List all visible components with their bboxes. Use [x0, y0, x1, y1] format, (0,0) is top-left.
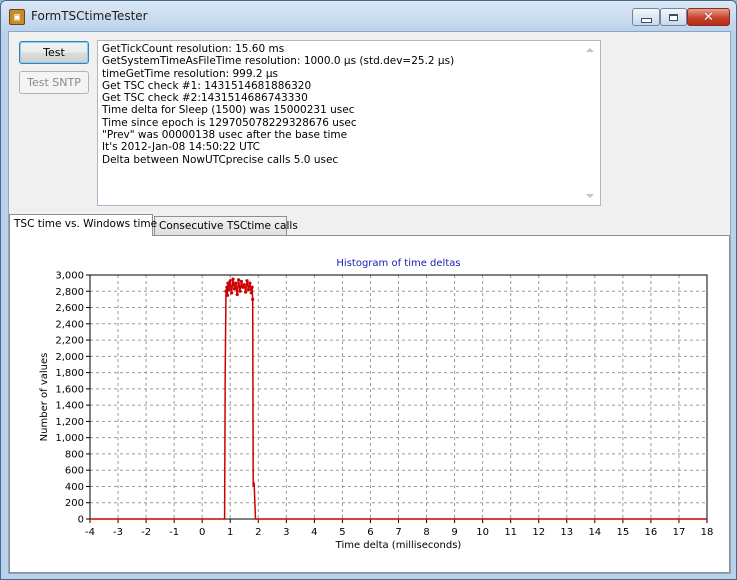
memo-line: Get TSC check #2:1431514686743330	[102, 92, 308, 105]
main-window: ▣ FormTSCtimeTester ✕ Test Test SNTP Get…	[0, 0, 737, 580]
y-tick-label: 600	[65, 466, 84, 477]
x-tick-label: 17	[673, 527, 686, 538]
histogram-point	[227, 288, 231, 292]
y-tick-label: 2,400	[55, 319, 84, 330]
x-tick-label: -4	[85, 527, 95, 538]
scroll-down-icon[interactable]	[586, 194, 594, 198]
x-tick-label: 4	[311, 527, 317, 538]
x-tick-label: 1	[227, 527, 233, 538]
tab-tsc-vs-windows[interactable]: TSC time vs. Windows time	[9, 214, 157, 236]
x-tick-label: 12	[532, 527, 545, 538]
memo-text: GetTickCount resolution: 15.60 ms GetSyst…	[102, 43, 582, 166]
histogram-point	[235, 292, 239, 297]
app-icon[interactable]: ▣	[9, 9, 25, 25]
x-tick-label: 11	[504, 527, 517, 538]
histogram-series-line	[90, 278, 707, 520]
minimize-icon	[640, 17, 652, 23]
client-area: Test Test SNTP GetTickCount resolution: …	[8, 31, 731, 574]
x-tick-label: 8	[423, 527, 429, 538]
y-axis-label: Number of values	[39, 353, 50, 442]
x-tick-label: 13	[560, 527, 573, 538]
scroll-up-icon[interactable]	[586, 48, 594, 52]
title-bar[interactable]: ▣ FormTSCtimeTester ✕	[1, 1, 736, 31]
memo-line: Time delta for Sleep (1500) was 15000231…	[102, 104, 355, 117]
y-tick-label: 3,000	[55, 271, 84, 282]
histogram-point	[230, 291, 234, 295]
memo-vertical-scrollbar[interactable]	[582, 41, 600, 205]
histogram-point	[232, 287, 237, 291]
y-tick-label: 1,000	[55, 433, 84, 444]
memo-line: GetSystemTimeAsFileTime resolution: 1000…	[102, 55, 455, 68]
x-tick-label: 9	[451, 527, 457, 538]
y-tick-label: 2,000	[55, 352, 84, 363]
histogram-point	[251, 297, 255, 301]
x-tick-label: 7	[395, 527, 401, 538]
maximize-icon	[669, 13, 678, 21]
memo-line: Delta between NowUTCprecise calls 5.0 us…	[102, 153, 339, 166]
x-tick-label: 0	[199, 527, 205, 538]
histogram-point	[248, 281, 252, 285]
histogram-point	[231, 277, 235, 281]
tab-consecutive-tsc[interactable]: Consecutive TSCtime calls	[154, 216, 298, 235]
y-tick-label: 2,200	[55, 336, 84, 347]
histogram-point	[238, 289, 242, 293]
histogram-point	[237, 278, 241, 282]
histogram-point	[242, 283, 246, 287]
tab-panel-chart: Histogram of time deltas 0 200 400 600 800 1,0…	[9, 235, 730, 573]
x-tick-label: 18	[701, 527, 714, 538]
memo-line: "Prev" was 00000138 usec after the base …	[102, 129, 348, 142]
memo-line: Time since epoch is 129705078229328676 u…	[102, 116, 357, 129]
memo-line: timeGetTime resolution: 999.2 µs	[102, 67, 279, 80]
x-tick-label: 10	[476, 527, 489, 538]
close-icon: ✕	[703, 9, 714, 25]
histogram-point	[250, 285, 254, 289]
memo-line: GetTickCount resolution: 15.60 ms	[102, 43, 285, 55]
results-memo[interactable]: GetTickCount resolution: 15.60 ms GetSyst…	[97, 40, 601, 206]
x-tick-label: 15	[616, 527, 629, 538]
x-tick-label: 6	[367, 527, 373, 538]
y-tick-label: 2,600	[55, 303, 84, 314]
chart-title: Histogram of time deltas	[336, 258, 460, 269]
x-tick-label: -2	[141, 527, 151, 538]
y-tick-label: 1,400	[55, 401, 84, 412]
histogram-point	[244, 290, 248, 294]
close-button[interactable]: ✕	[687, 8, 730, 26]
y-tick-label: 2,800	[55, 287, 84, 298]
x-axis-label: Time delta (milliseconds)	[335, 540, 462, 551]
histogram-point	[224, 289, 228, 293]
memo-line: It's 2012-Jan-08 14:50:22 UTC	[102, 141, 260, 154]
histogram-point	[245, 279, 249, 283]
x-tick-label: -1	[169, 527, 179, 538]
y-tick-label: 1,200	[55, 417, 84, 428]
histogram-point	[249, 291, 253, 295]
x-tick-label: 3	[283, 527, 289, 538]
x-tick-label: -3	[113, 527, 123, 538]
y-tick-label: 0	[78, 515, 84, 526]
y-tick-label: 1,800	[55, 368, 84, 379]
test-sntp-button[interactable]: Test SNTP	[19, 71, 89, 94]
tab-strip: TSC time vs. Windows time Consecutive TS…	[9, 214, 730, 236]
y-tick-label: 400	[65, 482, 84, 493]
y-tick-label: 1,600	[55, 384, 84, 395]
y-tick-label: 800	[65, 449, 84, 460]
histogram-point	[226, 281, 230, 285]
histogram-point	[225, 293, 230, 297]
histogram-chart: Histogram of time deltas 0 200 400 600 800 1,0…	[39, 258, 714, 551]
memo-line: Get TSC check #1: 1431514681886320	[102, 79, 312, 92]
y-tick-label: 200	[65, 498, 84, 509]
test-button[interactable]: Test	[19, 41, 89, 64]
maximize-button[interactable]	[660, 8, 687, 26]
minimize-button[interactable]	[632, 8, 660, 26]
histogram-point	[228, 279, 232, 283]
x-tick-label: 2	[255, 527, 261, 538]
histogram-point	[246, 288, 251, 292]
x-tick-label: 14	[588, 527, 601, 538]
histogram-point	[239, 279, 244, 284]
x-tick-label: 5	[339, 527, 345, 538]
window-title: FormTSCtimeTester	[31, 9, 148, 23]
histogram-point	[234, 281, 238, 285]
x-tick-label: 16	[645, 527, 658, 538]
